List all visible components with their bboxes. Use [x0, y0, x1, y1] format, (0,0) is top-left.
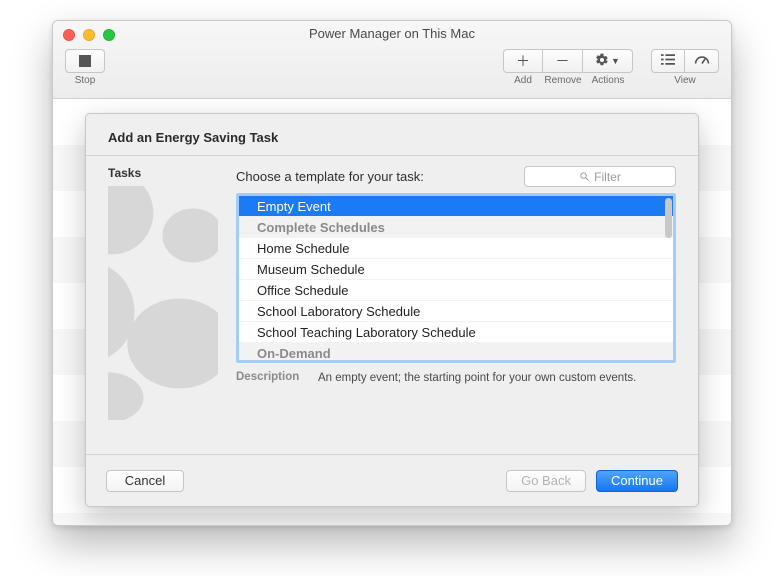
sheet-title: Add an Energy Saving Task [86, 114, 698, 155]
add-button[interactable]: ＋ [503, 49, 543, 73]
sheet-dialog: Add an Energy Saving Task Tasks [85, 113, 699, 507]
list-section-header: Complete Schedules [239, 217, 673, 238]
plus-icon: ＋ [516, 51, 530, 71]
list-item[interactable]: Museum Schedule [239, 259, 673, 280]
filter-placeholder: Filter [594, 170, 621, 184]
toolbar-view-group: View [651, 49, 719, 86]
sheet-footer: Cancel Go Back Continue [86, 454, 698, 506]
actions-label: Actions [583, 75, 633, 86]
toolbar-stop-group: Stop [65, 49, 105, 86]
description-label: Description [236, 371, 308, 387]
continue-button[interactable]: Continue [596, 470, 678, 492]
decorative-blobs [108, 186, 218, 420]
view-gauge-button[interactable] [685, 49, 719, 73]
sheet-body: Tasks Choose a template for your task: [86, 156, 698, 454]
remove-button[interactable]: － [543, 49, 583, 73]
cancel-button-label: Cancel [125, 473, 165, 488]
cancel-button[interactable]: Cancel [106, 470, 184, 492]
view-label: View [651, 75, 719, 86]
choose-template-label: Choose a template for your task: [236, 169, 514, 184]
list-item[interactable]: School Teaching Laboratory Schedule [239, 322, 673, 343]
sheet-left-column: Tasks [108, 166, 218, 454]
window: Power Manager on This Mac Stop ＋ － [52, 20, 732, 526]
traffic-lights [63, 29, 115, 41]
search-icon [579, 171, 590, 182]
toolbar-edit-group: ＋ － ▼ Add Remove Actions [503, 49, 633, 86]
gauge-icon [694, 53, 710, 69]
gear-icon [595, 53, 609, 70]
view-list-button[interactable] [651, 49, 685, 73]
template-list[interactable]: Empty EventComplete SchedulesHome Schedu… [236, 193, 676, 363]
continue-button-label: Continue [611, 473, 663, 488]
titlebar: Power Manager on This Mac Stop ＋ － [53, 21, 731, 99]
description-row: Description An empty event; the starting… [236, 371, 676, 387]
list-item[interactable]: Office Schedule [239, 280, 673, 301]
stop-icon [79, 55, 91, 67]
minimize-window-button[interactable] [83, 29, 95, 41]
window-title: Power Manager on This Mac [53, 21, 731, 41]
stop-label: Stop [75, 75, 96, 86]
close-window-button[interactable] [63, 29, 75, 41]
description-value: An empty event; the starting point for y… [318, 371, 676, 387]
stop-button[interactable] [65, 49, 105, 73]
list-section-header: On-Demand [239, 343, 673, 360]
go-back-button-label: Go Back [521, 473, 571, 488]
toolbar: Stop ＋ － ▼ [53, 45, 731, 99]
list-icon [661, 53, 675, 69]
zoom-window-button[interactable] [103, 29, 115, 41]
sheet-right-column: Choose a template for your task: Filter … [236, 166, 676, 454]
list-item[interactable]: School Laboratory Schedule [239, 301, 673, 322]
list-item[interactable]: Empty Event [239, 196, 673, 217]
choose-row: Choose a template for your task: Filter [236, 166, 676, 187]
actions-button[interactable]: ▼ [583, 49, 633, 73]
add-label: Add [503, 75, 543, 86]
tasks-header: Tasks [108, 166, 218, 180]
remove-label: Remove [543, 75, 583, 86]
scrollbar-thumb[interactable] [665, 198, 672, 238]
minus-icon: － [556, 51, 570, 71]
filter-field[interactable]: Filter [524, 166, 676, 187]
go-back-button[interactable]: Go Back [506, 470, 586, 492]
list-item[interactable]: Home Schedule [239, 238, 673, 259]
chevron-down-icon: ▼ [611, 56, 620, 66]
